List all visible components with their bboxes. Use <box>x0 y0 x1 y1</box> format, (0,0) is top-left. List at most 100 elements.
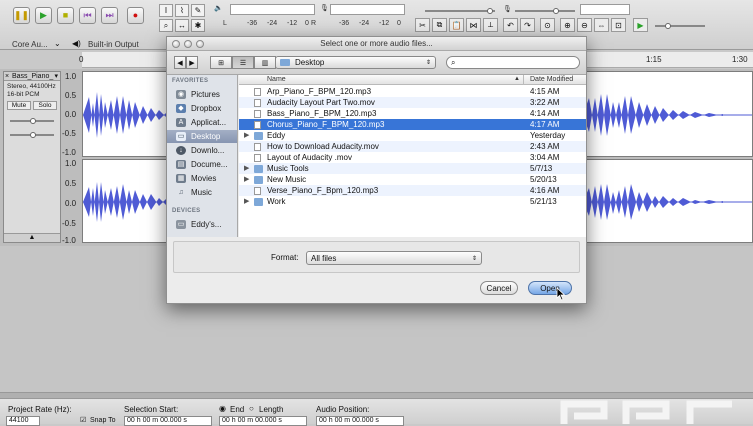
dialog-title: Select one or more audio files... <box>167 37 586 51</box>
gain-slider[interactable] <box>10 118 54 124</box>
sidebar-item-pictures[interactable]: ◉ Pictures <box>167 88 237 101</box>
folder-icon <box>254 176 263 184</box>
format-label: Format: <box>271 253 299 262</box>
redo-button[interactable]: ↷ <box>520 18 535 32</box>
fit-selection-button[interactable]: ⇔ <box>594 18 609 32</box>
meter-tick: -12 <box>379 20 390 27</box>
disclosure-triangle-icon[interactable]: ▶ <box>244 130 249 141</box>
folder-row[interactable]: ▶ New Music 5/20/13 <box>239 174 586 185</box>
speaker-icon: 🔈 <box>214 5 223 12</box>
audio-position-field[interactable]: 00 h 00 m 00.000 s <box>316 416 404 426</box>
back-button[interactable]: ◀ <box>174 56 186 69</box>
date-column-header[interactable]: Date Modified <box>530 76 573 83</box>
envelope-tool[interactable]: ⌇ <box>175 4 189 17</box>
track-close-icon[interactable]: × <box>5 72 9 81</box>
format-select[interactable]: All files ⇕ <box>306 251 482 265</box>
sidebar-item-dropbox[interactable]: ◆ Dropbox <box>167 102 237 115</box>
sidebar-item-computer[interactable]: ▭ Eddy's... <box>167 218 237 231</box>
end-radio-label: End <box>230 405 245 414</box>
sidebar-item-documents[interactable]: ▤ Docume... <box>167 158 237 171</box>
silence-button[interactable]: ⟂ <box>483 18 498 32</box>
file-row[interactable]: Bass_Piano_F_BPM_120.mp3 4:14 AM <box>239 108 586 119</box>
playback-volume-slider[interactable] <box>425 8 495 14</box>
column-divider <box>523 75 524 85</box>
sidebar-item-desktop[interactable]: ▭ Desktop <box>167 130 237 143</box>
file-date: 5/21/13 <box>530 197 557 206</box>
folder-row[interactable]: ▶ Work 5/21/13 <box>239 196 586 207</box>
sidebar-item-applications[interactable]: A Applicat... <box>167 116 237 129</box>
multi-tool[interactable]: ✱ <box>191 19 205 32</box>
stop-button[interactable]: ■ <box>57 7 74 24</box>
search-field[interactable]: ⌕ <box>446 56 580 69</box>
sidebar-item-downloads[interactable]: ↓ Downlo... <box>167 144 237 157</box>
list-view-button[interactable]: ☰ <box>232 56 254 69</box>
zoom-window-button[interactable] <box>196 40 204 48</box>
mute-button[interactable]: Mute <box>7 101 31 110</box>
triangle-up-icon: ▲ <box>28 234 36 241</box>
skip-start-button[interactable]: ⏮ <box>79 7 96 24</box>
disclosure-triangle-icon[interactable]: ▶ <box>244 174 249 185</box>
record-volume-slider[interactable] <box>515 8 575 14</box>
record-button[interactable]: ● <box>127 7 144 24</box>
cut-button[interactable]: ✂ <box>415 18 430 32</box>
file-row[interactable]: Chorus_Piano_F_BPM_120.mp3 4:17 AM <box>239 119 586 130</box>
camera-icon: ◉ <box>176 90 186 99</box>
disclosure-triangle-icon[interactable]: ▶ <box>244 196 249 207</box>
forward-button[interactable]: ▶ <box>186 56 198 69</box>
play-at-speed-button[interactable]: ▶ <box>633 18 648 32</box>
name-column-header[interactable]: Name <box>267 76 286 83</box>
record-meter[interactable] <box>330 4 405 15</box>
pause-button[interactable]: ❚❚ <box>13 7 30 24</box>
file-row[interactable]: Verse_Piano_F_Bpm_120.mp3 4:16 AM <box>239 185 586 196</box>
draw-tool[interactable]: ✎ <box>191 4 205 17</box>
minimize-window-button[interactable] <box>184 40 192 48</box>
file-row[interactable]: Audacity Layout Part Two.mov 3:22 AM <box>239 97 586 108</box>
file-name: Eddy <box>267 131 286 140</box>
timeshift-tool[interactable]: ↔ <box>175 19 189 32</box>
playback-meter[interactable] <box>230 4 315 15</box>
sidebar-item-music[interactable]: ♫ Music <box>167 186 237 199</box>
zoom-out-button[interactable]: ⊖ <box>577 18 592 32</box>
location-popup[interactable]: Desktop ⇕ <box>275 56 436 69</box>
folder-row[interactable]: ▶ Music Tools 5/7/13 <box>239 163 586 174</box>
paste-button[interactable]: 📋 <box>449 18 464 32</box>
fit-project-button[interactable]: ⊡ <box>611 18 626 32</box>
selection-tool[interactable]: I <box>159 4 173 17</box>
skip-end-button[interactable]: ⏭ <box>101 7 118 24</box>
disclosure-triangle-icon[interactable]: ▶ <box>244 163 249 174</box>
sync-lock-button[interactable]: ⊙ <box>540 18 555 32</box>
grid-icon: ⊞ <box>218 59 224 67</box>
zoom-in-button[interactable]: ⊕ <box>560 18 575 32</box>
file-row[interactable]: Layout of Audacity .mov 3:04 AM <box>239 152 586 163</box>
output-device-select[interactable]: Built-in Output <box>88 40 139 49</box>
close-window-button[interactable] <box>172 40 180 48</box>
input-source-select[interactable] <box>580 4 630 15</box>
trim-button[interactable]: ⋈ <box>466 18 481 32</box>
file-row[interactable]: Arp_Piano_F_BPM_120.mp3 4:15 AM <box>239 86 586 97</box>
undo-button[interactable]: ↶ <box>503 18 518 32</box>
track-format: Stereo, 44100Hz <box>7 83 56 90</box>
folder-row[interactable]: ▶ Eddy Yesterday <box>239 130 586 141</box>
play-icon: ▶ <box>40 10 47 20</box>
track-name-menu[interactable]: × Bass_Piano_ ▾ <box>4 72 60 81</box>
audio-host-select[interactable]: Core Au... <box>12 40 48 49</box>
file-row[interactable]: How to Download Audacity.mov 2:43 AM <box>239 141 586 152</box>
collapse-track-button[interactable]: ▲ <box>4 233 60 242</box>
selection-start-field[interactable]: 00 h 00 m 00.000 s <box>124 416 212 426</box>
play-speed-slider[interactable] <box>655 23 705 29</box>
end-radio[interactable]: ◉ <box>219 404 226 413</box>
project-rate-select[interactable]: 44100 <box>6 416 40 426</box>
play-button[interactable]: ▶ <box>35 7 52 24</box>
zoom-tool[interactable]: ⌕ <box>159 19 173 32</box>
paste-icon: 📋 <box>451 20 462 30</box>
icon-view-button[interactable]: ⊞ <box>210 56 232 69</box>
selection-end-field[interactable]: 00 h 00 m 00.000 s <box>219 416 307 426</box>
copy-button[interactable]: ⧉ <box>432 18 447 32</box>
snap-to-checkbox[interactable]: ☑ <box>80 416 86 424</box>
length-radio[interactable]: ○ <box>249 404 254 413</box>
column-view-button[interactable]: ▥ <box>254 56 276 69</box>
solo-button[interactable]: Solo <box>33 101 57 110</box>
sidebar-item-movies[interactable]: ▦ Movies <box>167 172 237 185</box>
cancel-button[interactable]: Cancel <box>480 281 518 295</box>
pan-slider[interactable] <box>10 132 54 138</box>
